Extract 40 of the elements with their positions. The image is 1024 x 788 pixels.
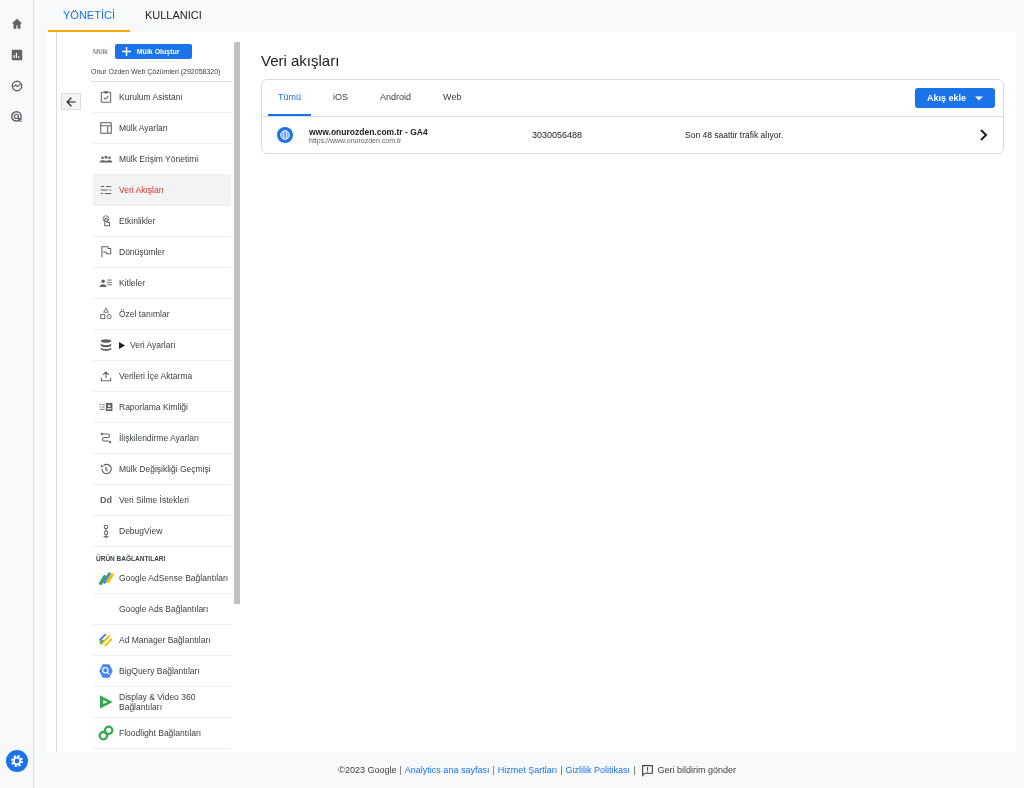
nav-item[interactable]: Google Ads Bağlantıları	[93, 594, 231, 625]
feedback-button[interactable]: Geri bildirim gönder	[638, 763, 736, 777]
nav-item[interactable]: Raporlama Kimliği	[93, 392, 231, 423]
separator: |	[399, 765, 402, 775]
letters-icon: Dd	[100, 495, 112, 505]
nav-item[interactable]: BigQuery Bağlantıları	[93, 656, 231, 687]
copyright: ©2023 Google	[338, 765, 397, 775]
nav-item[interactable]: Mülk Değişikliği Geçmişi	[93, 454, 231, 485]
nav-item[interactable]: Floodlight Bağlantıları	[93, 718, 231, 749]
page-title: Veri akışları	[261, 52, 341, 69]
nav-item[interactable]: Kurulum Asistanı	[93, 82, 231, 113]
nav-item[interactable]: Özel tanımlar	[93, 299, 231, 330]
nav-item[interactable]: Etkinlikler	[93, 206, 231, 237]
nav-item[interactable]: Kitleler	[93, 268, 231, 299]
nav-item[interactable]: DebugView	[93, 516, 231, 547]
stream-id: 3030056488	[532, 130, 584, 140]
separator: |	[492, 765, 495, 775]
stream-status: Son 48 saattir trafik alıyor.	[685, 130, 785, 140]
footer-link[interactable]: Analytics ana sayfası	[404, 765, 490, 775]
nav-item[interactable]: Ad Manager Bağlantıları	[93, 625, 231, 656]
tab[interactable]: Tümü	[268, 80, 311, 116]
nav-item[interactable]: Verileri İçe Aktarma	[93, 361, 231, 392]
footer-link[interactable]: Gizlilik Politikası	[565, 765, 631, 775]
tab[interactable]: Web	[433, 80, 472, 116]
tab[interactable]: Android	[370, 80, 422, 116]
add-stream-button[interactable]: Akış ekle	[914, 88, 995, 108]
footer-link[interactable]: Hizmet Şartları	[497, 765, 558, 775]
separator: |	[633, 765, 636, 775]
nav-item[interactable]: Google AdSense Bağlantıları	[93, 563, 231, 594]
nav-item[interactable]: Display & Video 360 Bağlantıları	[93, 687, 231, 718]
nav-item[interactable]: Dönüşümler	[93, 237, 231, 268]
nav-item[interactable]: Veri Akışları	[93, 175, 231, 206]
separator: |	[560, 765, 563, 775]
tab[interactable]: iOS	[323, 80, 359, 116]
stream-name: www.onurozden.com.tr - GA4	[309, 126, 429, 137]
nav-item[interactable]: Veri Ayarları	[93, 330, 231, 361]
nav-item[interactable]: İlişkilendirme Ayarları	[93, 423, 231, 454]
nav-item[interactable]: Mülk Ayarları	[93, 113, 231, 144]
nav-item[interactable]: Dd Veri Silme İstekleri	[93, 485, 231, 516]
tab[interactable]: KULLANICI	[129, 0, 217, 32]
